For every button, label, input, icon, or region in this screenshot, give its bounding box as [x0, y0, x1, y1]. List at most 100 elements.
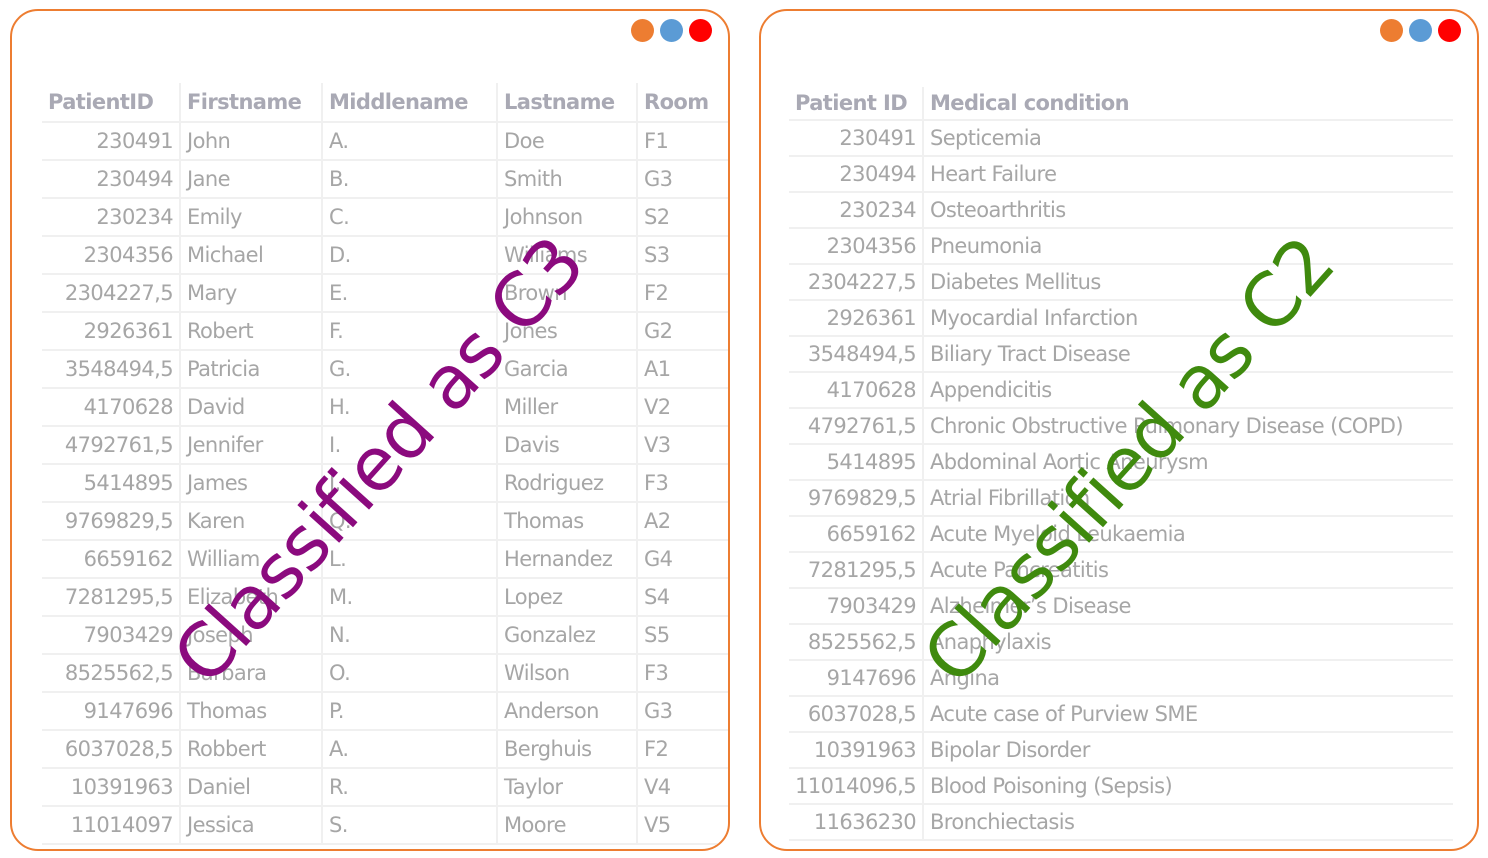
- cell-firstname[interactable]: Daniel: [179, 768, 322, 807]
- orange-dot-button[interactable]: [631, 19, 654, 42]
- cell-medical-condition[interactable]: Chronic Obstructive Pulmonary Disease (C…: [922, 408, 1453, 445]
- column-header-patient-id[interactable]: PatientID: [42, 83, 180, 123]
- cell-patient-id[interactable]: 4792761,5: [42, 426, 180, 465]
- cell-middlename[interactable]: R.: [321, 768, 497, 807]
- cell-medical-condition[interactable]: Acute Pancreatitis: [922, 552, 1453, 589]
- column-header-lastname[interactable]: Lastname: [496, 83, 637, 123]
- cell-lastname[interactable]: Lopez: [496, 578, 637, 617]
- cell-patient-id[interactable]: 6659162: [789, 516, 923, 553]
- cell-lastname[interactable]: Davis: [496, 426, 637, 465]
- cell-lastname[interactable]: Johnson: [496, 198, 637, 237]
- cell-room[interactable]: V2: [636, 388, 728, 427]
- cell-room[interactable]: V3: [636, 426, 728, 465]
- blue-dot-button[interactable]: [1409, 19, 1432, 42]
- cell-medical-condition[interactable]: Anaphylaxis: [922, 624, 1453, 661]
- cell-lastname[interactable]: Wilson: [496, 654, 637, 693]
- cell-patient-id[interactable]: 230491: [42, 122, 180, 161]
- cell-middlename[interactable]: J.: [321, 464, 497, 503]
- cell-medical-condition[interactable]: Myocardial Infarction: [922, 300, 1453, 337]
- cell-medical-condition[interactable]: Blood Poisoning (Sepsis): [922, 768, 1453, 805]
- cell-patient-id[interactable]: 9147696: [42, 692, 180, 731]
- cell-room[interactable]: G4: [636, 540, 728, 579]
- cell-room[interactable]: F3: [636, 654, 728, 693]
- cell-firstname[interactable]: Barbara: [179, 654, 322, 693]
- cell-firstname[interactable]: James: [179, 464, 322, 503]
- red-dot-button[interactable]: [689, 19, 712, 42]
- cell-patient-id[interactable]: 6659162: [42, 540, 180, 579]
- cell-middlename[interactable]: I.: [321, 426, 497, 465]
- column-header-patient-id[interactable]: Patient ID: [789, 87, 923, 121]
- cell-firstname[interactable]: William: [179, 540, 322, 579]
- cell-firstname[interactable]: Thomas: [179, 692, 322, 731]
- cell-patient-id[interactable]: 7903429: [789, 588, 923, 625]
- cell-middlename[interactable]: S.: [321, 806, 497, 845]
- cell-patient-id[interactable]: 2926361: [42, 312, 180, 351]
- cell-patient-id[interactable]: 3548494,5: [42, 350, 180, 389]
- cell-firstname[interactable]: Jennifer: [179, 426, 322, 465]
- cell-patient-id[interactable]: 5414895: [789, 444, 923, 481]
- cell-room[interactable]: F1: [636, 122, 728, 161]
- cell-medical-condition[interactable]: Alzheimer’s Disease: [922, 588, 1453, 625]
- cell-lastname[interactable]: Miller: [496, 388, 637, 427]
- cell-patient-id[interactable]: 11014096,5: [789, 768, 923, 805]
- cell-patient-id[interactable]: 9769829,5: [42, 502, 180, 541]
- cell-patient-id[interactable]: 9769829,5: [789, 480, 923, 517]
- cell-patient-id[interactable]: 5414895: [42, 464, 180, 503]
- cell-room[interactable]: F3: [636, 464, 728, 503]
- cell-lastname[interactable]: Brown: [496, 274, 637, 313]
- cell-medical-condition[interactable]: Angina: [922, 660, 1453, 697]
- cell-firstname[interactable]: David: [179, 388, 322, 427]
- cell-patient-id[interactable]: 7281295,5: [789, 552, 923, 589]
- cell-patient-id[interactable]: 9147696: [789, 660, 923, 697]
- cell-lastname[interactable]: Smith: [496, 160, 637, 199]
- cell-lastname[interactable]: Doe: [496, 122, 637, 161]
- red-dot-button[interactable]: [1438, 19, 1461, 42]
- cell-lastname[interactable]: Anderson: [496, 692, 637, 731]
- cell-patient-id[interactable]: 11014097: [42, 806, 180, 845]
- cell-patient-id[interactable]: 230234: [789, 192, 923, 229]
- column-header-medical-condition[interactable]: Medical condition: [922, 87, 1453, 121]
- cell-lastname[interactable]: Jones: [496, 312, 637, 351]
- cell-room[interactable]: F2: [636, 730, 728, 769]
- cell-room[interactable]: F2: [636, 274, 728, 313]
- cell-patient-id[interactable]: 7903429: [42, 616, 180, 655]
- column-header-firstname[interactable]: Firstname: [179, 83, 322, 123]
- cell-room[interactable]: G3: [636, 692, 728, 731]
- cell-patient-id[interactable]: 10391963: [42, 768, 180, 807]
- cell-lastname[interactable]: Berghuis: [496, 730, 637, 769]
- cell-room[interactable]: S5: [636, 616, 728, 655]
- cell-medical-condition[interactable]: Acute case of Purview SME: [922, 696, 1453, 733]
- cell-firstname[interactable]: Jessica: [179, 806, 322, 845]
- cell-patient-id[interactable]: 7281295,5: [42, 578, 180, 617]
- cell-middlename[interactable]: N.: [321, 616, 497, 655]
- cell-middlename[interactable]: B.: [321, 160, 497, 199]
- cell-medical-condition[interactable]: Bronchiectasis: [922, 804, 1453, 841]
- cell-lastname[interactable]: Williams: [496, 236, 637, 275]
- cell-lastname[interactable]: Rodriguez: [496, 464, 637, 503]
- cell-lastname[interactable]: Garcia: [496, 350, 637, 389]
- cell-patient-id[interactable]: 230491: [789, 120, 923, 157]
- blue-dot-button[interactable]: [660, 19, 683, 42]
- cell-firstname[interactable]: Robbert: [179, 730, 322, 769]
- cell-patient-id[interactable]: 2304356: [789, 228, 923, 265]
- cell-patient-id[interactable]: 230234: [42, 198, 180, 237]
- cell-middlename[interactable]: D.: [321, 236, 497, 275]
- cell-patient-id[interactable]: 230494: [42, 160, 180, 199]
- cell-middlename[interactable]: C.: [321, 198, 497, 237]
- cell-patient-id[interactable]: 2304356: [42, 236, 180, 275]
- cell-middlename[interactable]: A.: [321, 730, 497, 769]
- cell-room[interactable]: S4: [636, 578, 728, 617]
- cell-medical-condition[interactable]: Heart Failure: [922, 156, 1453, 193]
- cell-middlename[interactable]: F.: [321, 312, 497, 351]
- cell-firstname[interactable]: John: [179, 122, 322, 161]
- cell-patient-id[interactable]: 6037028,5: [42, 730, 180, 769]
- cell-patient-id[interactable]: 10391963: [789, 732, 923, 769]
- cell-middlename[interactable]: A.: [321, 122, 497, 161]
- cell-patient-id[interactable]: 4170628: [789, 372, 923, 409]
- cell-middlename[interactable]: G.: [321, 350, 497, 389]
- cell-medical-condition[interactable]: Biliary Tract Disease: [922, 336, 1453, 373]
- column-header-middlename[interactable]: Middlename: [321, 83, 497, 123]
- cell-medical-condition[interactable]: Osteoarthritis: [922, 192, 1453, 229]
- cell-patient-id[interactable]: 11636230: [789, 804, 923, 841]
- cell-medical-condition[interactable]: Appendicitis: [922, 372, 1453, 409]
